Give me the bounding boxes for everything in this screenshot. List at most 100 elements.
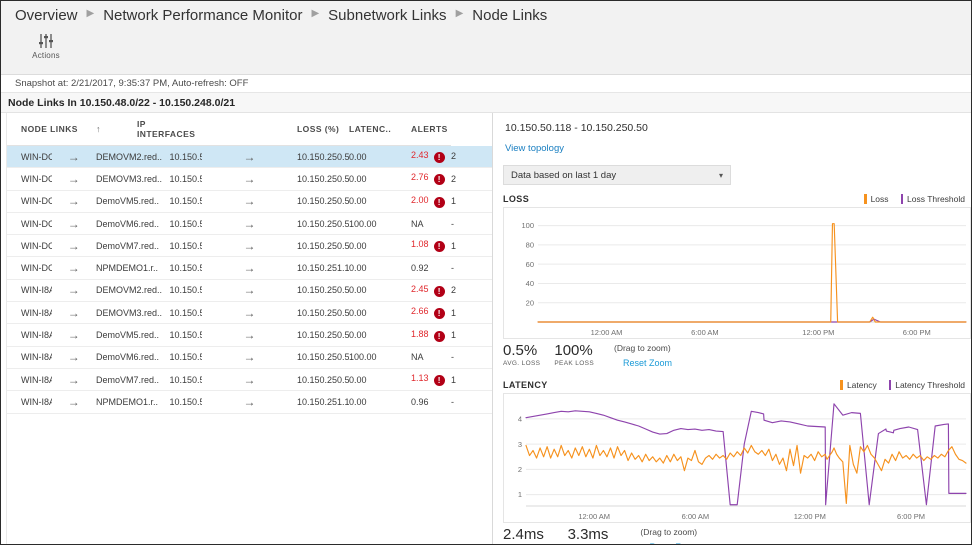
table-row[interactable]: WIN-DC5D..→NPMDEMO1.r..10.150.50...→10.1… xyxy=(7,257,492,279)
column-header-ip-interfaces[interactable]: IP INTERFACES xyxy=(137,113,202,146)
cell-source-ip: 10.150.50... xyxy=(170,368,203,390)
legend-item-latency: Latency xyxy=(840,380,876,390)
cell-source-node: WIN-DC5D.. xyxy=(7,257,52,279)
alert-icon: ! xyxy=(434,308,445,319)
peak-loss-stat: 100% PEAK LOSS xyxy=(554,343,594,367)
latency-stats: 2.4ms AVG. LATENCY 3.3ms PEAK LATENCY (D… xyxy=(503,527,971,545)
table-row[interactable]: WIN-I8A8P..→DemoVM6.red..10.150.50...→10… xyxy=(7,346,492,368)
svg-text:20: 20 xyxy=(526,298,534,307)
cell-source-node: WIN-I8A8P.. xyxy=(7,346,52,368)
column-header-sort-indicator[interactable]: ↑ xyxy=(96,113,137,146)
table-body: WIN-DC5D..→DEMOVM2.red..10.150.50...→10.… xyxy=(7,146,492,414)
arrow-right-icon: → xyxy=(202,146,297,168)
cell-loss: 0.00 xyxy=(349,190,411,212)
breadcrumb-item-network-performance-monitor[interactable]: Network Performance Monitor xyxy=(103,7,302,24)
table-row[interactable]: WIN-I8A8P..→DemoVM7.red..10.150.50...→10… xyxy=(7,368,492,390)
table-row[interactable]: WIN-DC5D..→DemoVM7.red..10.150.50...→10.… xyxy=(7,235,492,257)
arrow-right-icon: → xyxy=(52,235,97,257)
cell-source-node: WIN-I8A8P.. xyxy=(7,302,52,324)
cell-dest-node: NPMDEMO1.r.. xyxy=(96,257,170,279)
column-header-alerts[interactable]: ALERTS xyxy=(411,113,451,146)
table-header: NODE LINKS ↑ IP INTERFACES LOSS (%) LATE… xyxy=(7,113,492,146)
latency-chart[interactable]: 123412:00 AM6:00 AM12:00 PM6:00 PM xyxy=(503,393,971,523)
loss-chart[interactable]: 2040608010012:00 AM6:00 AM12:00 PM6:00 P… xyxy=(503,207,971,339)
breadcrumb-item-node-links[interactable]: Node Links xyxy=(472,7,547,24)
alert-icon: ! xyxy=(434,331,445,342)
arrow-right-icon: → xyxy=(202,235,297,257)
table-row[interactable]: WIN-I8A8P..→DEMOVM2.red..10.150.50...→10… xyxy=(7,279,492,301)
cell-source-ip: 10.150.50... xyxy=(170,346,203,368)
table-row[interactable]: WIN-I8A8P..→DEMOVM3.red..10.150.50...→10… xyxy=(7,302,492,324)
legend-swatch-latency-threshold xyxy=(889,380,892,390)
alert-icon: ! xyxy=(434,197,445,208)
breadcrumb-separator-icon: ▶ xyxy=(87,9,95,19)
table-row[interactable]: WIN-DC5D..→DEMOVM3.red..10.150.50...→10.… xyxy=(7,168,492,190)
cell-source-node: WIN-I8A8P.. xyxy=(7,391,52,413)
cell-source-ip: 10.150.50... xyxy=(170,257,203,279)
column-header-loss[interactable]: LOSS (%) xyxy=(297,113,349,146)
arrow-right-icon: → xyxy=(52,324,97,346)
cell-source-ip: 10.150.50... xyxy=(170,279,203,301)
alert-icon: ! xyxy=(434,152,445,163)
table-row[interactable]: WIN-DC5D..→DemoVM6.red..10.150.50...→10.… xyxy=(7,212,492,234)
cell-dest-ip: 10.150.251.186 xyxy=(297,391,349,413)
loss-legend: Loss Loss Threshold xyxy=(864,194,965,204)
arrow-right-icon: → xyxy=(202,391,297,413)
cell-dest-node: DEMOVM3.red.. xyxy=(96,168,170,190)
time-range-select[interactable]: Data based on last 1 day ▾ xyxy=(503,165,731,185)
table-row[interactable]: WIN-DC5D..→DemoVM5.red..10.150.50...→10.… xyxy=(7,190,492,212)
table-row[interactable]: WIN-I8A8P..→DemoVM5.red..10.150.50...→10… xyxy=(7,324,492,346)
detail-title: 10.150.50.118 - 10.150.250.50 xyxy=(505,122,971,134)
column-header-node-links[interactable]: NODE LINKS xyxy=(7,113,96,146)
legend-swatch-loss xyxy=(864,194,867,204)
breadcrumb-item-overview[interactable]: Overview xyxy=(15,7,78,24)
cell-loss: 0.00 xyxy=(349,257,411,279)
cell-alerts: - xyxy=(451,212,492,234)
cell-alerts: - xyxy=(451,346,492,368)
cell-loss: 0.00 xyxy=(349,368,411,390)
arrow-right-icon: → xyxy=(202,324,297,346)
legend-label-loss-threshold: Loss Threshold xyxy=(907,194,965,204)
cell-dest-ip: 10.150.250.50 xyxy=(297,146,349,168)
arrow-right-icon: → xyxy=(202,279,297,301)
legend-label-loss: Loss xyxy=(871,194,889,204)
alert-icon: ! xyxy=(434,174,445,185)
legend-swatch-loss-threshold xyxy=(901,194,904,204)
table-row[interactable]: WIN-I8A8P..→NPMDEMO1.r..10.150.50...→10.… xyxy=(7,391,492,413)
latency-section-label: LATENCY xyxy=(503,380,548,390)
view-topology-link[interactable]: View topology xyxy=(505,143,564,154)
cell-dest-ip: 10.150.250.53 xyxy=(297,190,349,212)
actions-button[interactable]: Actions xyxy=(21,32,71,60)
cell-dest-ip: 10.150.250.56 xyxy=(297,212,349,234)
cell-alerts: 2 xyxy=(451,146,492,168)
cell-alerts: 2 xyxy=(451,168,492,190)
loss-reset-zoom-link[interactable]: Reset Zoom xyxy=(623,358,672,368)
svg-text:6:00 PM: 6:00 PM xyxy=(897,512,925,521)
arrow-right-icon: → xyxy=(202,168,297,190)
cell-latency: 0.96 xyxy=(411,391,451,413)
app-window: Overview ▶ Network Performance Monitor ▶… xyxy=(0,0,972,545)
cell-loss: 0.00 xyxy=(349,279,411,301)
cell-source-node: WIN-DC5D.. xyxy=(7,212,52,234)
cell-alerts: 1 xyxy=(451,235,492,257)
link-detail-pane: 10.150.50.118 - 10.150.250.50 View topol… xyxy=(493,113,971,544)
cell-dest-node: DemoVM6.red.. xyxy=(96,346,170,368)
svg-text:6:00 AM: 6:00 AM xyxy=(691,328,719,337)
legend-item-loss-threshold: Loss Threshold xyxy=(901,194,965,204)
breadcrumb-separator-icon: ▶ xyxy=(311,9,319,19)
arrow-right-icon: → xyxy=(202,190,297,212)
cell-dest-node: DEMOVM3.red.. xyxy=(96,302,170,324)
node-links-table: NODE LINKS ↑ IP INTERFACES LOSS (%) LATE… xyxy=(7,113,492,414)
arrow-right-icon: → xyxy=(202,346,297,368)
breadcrumb-item-subnetwork-links[interactable]: Subnetwork Links xyxy=(328,7,446,24)
cell-alerts: 1 xyxy=(451,324,492,346)
avg-loss-value: 0.5% xyxy=(503,343,540,359)
table-row[interactable]: WIN-DC5D..→DEMOVM2.red..10.150.50...→10.… xyxy=(7,146,492,168)
column-header-latency[interactable]: LATENC.. xyxy=(349,113,411,146)
loss-stats: 0.5% AVG. LOSS 100% PEAK LOSS (Drag to z… xyxy=(503,343,971,371)
legend-label-latency-threshold: Latency Threshold xyxy=(895,380,965,390)
arrow-right-icon: → xyxy=(52,279,97,301)
cell-loss: 0.00 xyxy=(349,302,411,324)
cell-loss: 0.00 xyxy=(349,146,411,168)
avg-loss-label: AVG. LOSS xyxy=(503,360,540,367)
